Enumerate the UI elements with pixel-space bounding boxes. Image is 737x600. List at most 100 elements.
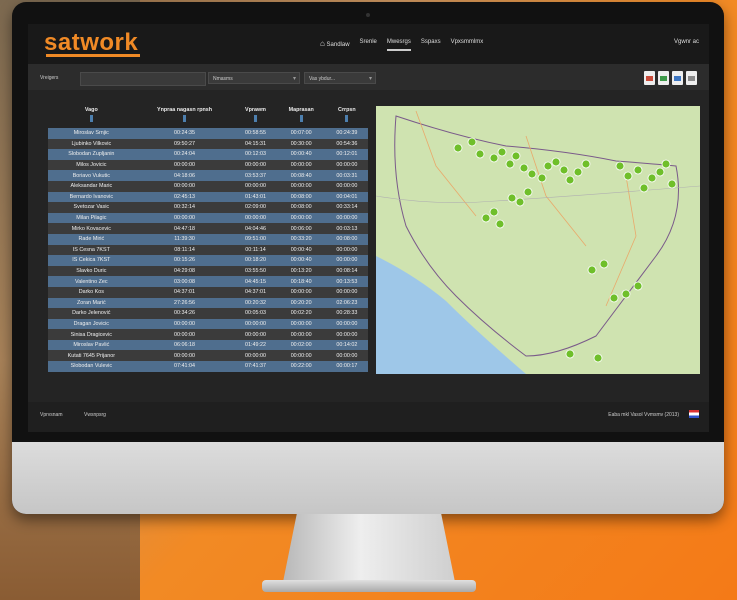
vehicle-marker-icon[interactable] (639, 183, 649, 193)
table-row[interactable]: Milos Jovicic 00:00:00 00:00:00 00:00:00 00:… (48, 159, 368, 171)
table-row[interactable]: Sinisa Dragicevic 00:00:00 00:00:00 00:00:0… (48, 329, 368, 340)
excel-export-icon[interactable] (658, 71, 669, 85)
vehicle-marker-icon[interactable] (515, 197, 525, 207)
sort-icon[interactable] (299, 115, 303, 122)
vehicle-marker-icon[interactable] (543, 161, 553, 171)
table-cell: 00:18:40 (276, 276, 326, 287)
nav-item-home[interactable]: ⌂ Sandlaw (320, 39, 350, 51)
vehicle-marker-icon[interactable] (599, 259, 609, 269)
vehicle-marker-icon[interactable] (593, 353, 603, 363)
table-cell: 00:00:40 (276, 255, 326, 266)
nav-item-2[interactable]: Srenle (360, 39, 377, 51)
table-row[interactable]: Milan Pilagic 00:00:00 00:00:00 00:00:00 00:… (48, 212, 368, 224)
vehicle-marker-icon[interactable] (481, 213, 491, 223)
sort-icon[interactable] (89, 115, 93, 122)
vehicle-select[interactable]: Vas ybdur... ▾ (304, 72, 376, 84)
vehicle-marker-icon[interactable] (609, 293, 619, 303)
user-menu[interactable]: Vgwnr ac (674, 39, 699, 45)
column-header[interactable]: Crrpsn (325, 106, 368, 128)
table-row[interactable]: IS Cekica 7KST 00:15:26 00:18:20 00:00:40 00… (48, 255, 368, 266)
table-row[interactable]: IS Cesna 7KST 08:11:14 00:11:14 00:00:40 00:… (48, 244, 368, 256)
vehicle-marker-icon[interactable] (559, 165, 569, 175)
table-row[interactable]: Svetozar Vasic 00:32:14 02:09:00 00:08:00 00… (48, 202, 368, 213)
vehicle-marker-icon[interactable] (507, 193, 517, 203)
nav-item-3[interactable]: Mwesrgs (386, 39, 411, 51)
footer-link[interactable]: Vwsnpsrg (84, 412, 106, 418)
vehicle-marker-icon[interactable] (667, 179, 677, 189)
table-row[interactable]: Ljubinko Vilkovic 09:50:27 04:15:31 00:30:0… (48, 138, 368, 150)
column-header[interactable]: Vago (48, 106, 135, 128)
table-row[interactable]: Slobodan Zupljanin 00:24:04 00:12:03 00:00:… (48, 149, 368, 160)
table-row[interactable]: Boriavo Vukutic 04:18:06 03:53:37 00:08:40 0… (48, 170, 368, 181)
table-cell: Darko Jelenović (48, 308, 135, 319)
sort-icon[interactable] (345, 115, 349, 122)
table-row[interactable]: Darko Jelenović 00:34:26 00:05:03 00:02:20 0… (48, 308, 368, 319)
search-input[interactable] (80, 72, 206, 86)
table-row[interactable]: Valentino Zec 03:00:08 04:45:15 00:18:40 00:… (48, 276, 368, 287)
vehicle-marker-icon[interactable] (519, 163, 529, 173)
vehicle-marker-icon[interactable] (581, 159, 591, 169)
pdf-export-icon[interactable] (644, 71, 655, 85)
language-flag-icon[interactable] (689, 410, 699, 418)
vehicle-marker-icon[interactable] (633, 165, 643, 175)
nav-item-5[interactable]: Vpxsmmlmx (451, 39, 484, 51)
table-row[interactable]: Miroslav Srnjic 00:24:35 00:58:55 00:07:00 0… (48, 128, 368, 139)
vehicle-marker-icon[interactable] (615, 161, 625, 171)
footer-link[interactable]: Vprvsnam (40, 412, 63, 418)
vehicle-marker-icon[interactable] (537, 173, 547, 183)
table-row[interactable]: Zoran Marić 27:26:56 00:20:32 00:20:20 02:06… (48, 297, 368, 309)
table-cell: 06:06:18 (134, 339, 235, 351)
table-cell: 00:00:00 (134, 159, 235, 171)
map-canvas[interactable] (376, 106, 700, 374)
word-export-icon[interactable] (672, 71, 683, 85)
table-row[interactable]: Dragan Jovicic 00:00:00 00:00:00 00:00:00 00… (48, 318, 368, 330)
vehicle-marker-icon[interactable] (661, 159, 671, 169)
column-header[interactable]: Ynpraa nagasn rpnsh (134, 106, 235, 128)
vehicle-marker-icon[interactable] (489, 207, 499, 217)
vehicle-marker-icon[interactable] (495, 219, 505, 229)
vehicle-marker-icon[interactable] (633, 281, 643, 291)
column-header[interactable]: Vprawm (234, 106, 277, 128)
chevron-down-icon: ▾ (368, 76, 372, 82)
sort-icon[interactable] (254, 115, 257, 122)
map-panel[interactable] (376, 106, 700, 374)
vehicle-marker-icon[interactable] (489, 153, 499, 163)
nav-item-4[interactable]: Sspaxs (421, 39, 441, 51)
vehicle-marker-icon[interactable] (453, 143, 463, 153)
table-row[interactable]: Darko Kos 04:37:01 04:37:01 00:00:00 00:00:0… (48, 286, 368, 298)
table-row[interactable]: Rade Mirić 11:39:30 09:51:00 00:33:20 00:08:… (48, 233, 368, 245)
vehicle-marker-icon[interactable] (497, 147, 507, 157)
table-cell: 00:00:00 (325, 244, 368, 256)
table-cell: 00:00:00 (325, 180, 368, 192)
vehicle-marker-icon[interactable] (573, 167, 583, 177)
sort-icon[interactable] (183, 115, 187, 122)
vehicle-marker-icon[interactable] (623, 171, 633, 181)
vehicle-marker-icon[interactable] (621, 289, 631, 299)
vehicle-marker-icon[interactable] (505, 159, 515, 169)
vehicle-marker-icon[interactable] (551, 157, 561, 167)
table-cell: 00:00:00 (276, 159, 326, 171)
table-row[interactable]: Miroslav Pavlić 06:06:18 01:49:22 00:02:00 0… (48, 339, 368, 351)
vehicle-marker-icon[interactable] (475, 149, 485, 159)
vehicle-marker-icon[interactable] (647, 173, 657, 183)
vehicle-marker-icon[interactable] (587, 265, 597, 275)
vehicle-marker-icon[interactable] (565, 175, 575, 185)
table-row[interactable]: Slobodan Vulevic 07:41:04 07:41:37 00:22:00… (48, 361, 368, 372)
vehicle-marker-icon[interactable] (523, 187, 533, 197)
table-row[interactable]: Mirko Kovacevic 04:47:18 04:04:46 00:06:00 0… (48, 223, 368, 234)
vehicle-marker-icon[interactable] (565, 349, 575, 359)
print-icon[interactable] (686, 71, 697, 85)
brand-logo[interactable]: satwork (44, 29, 138, 57)
table-row[interactable]: Bernardo Ivanovic 02:45:13 01:43:01 00:08:0… (48, 191, 368, 203)
table-cell: 00:00:00 (234, 350, 277, 362)
table-row[interactable]: Slavko Duric 04:29:08 03:55:50 00:13:20 00:0… (48, 265, 368, 277)
table-cell: 02:09:00 (234, 202, 277, 213)
vehicle-marker-icon[interactable] (527, 169, 537, 179)
vehicle-marker-icon[interactable] (655, 167, 665, 177)
table-row[interactable]: Kutati 7645 Prijanor 00:00:00 00:00:00 00:0… (48, 350, 368, 362)
vehicle-marker-icon[interactable] (467, 137, 477, 147)
vehicle-marker-icon[interactable] (511, 151, 521, 161)
table-row[interactable]: Aleksandar Maric 00:00:00 00:00:00 00:00:00… (48, 180, 368, 192)
group-select[interactable]: Nmasms ▾ (208, 72, 300, 84)
column-header[interactable]: Maprasan (276, 106, 326, 128)
